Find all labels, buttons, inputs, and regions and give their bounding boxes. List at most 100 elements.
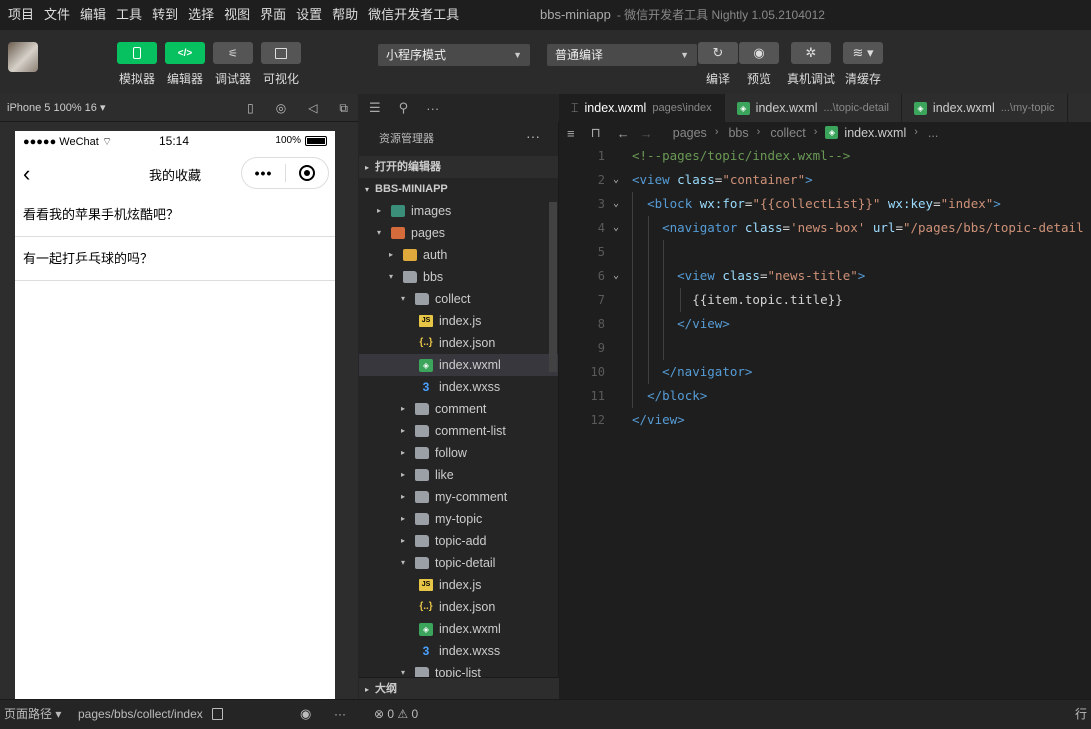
tree-folder[interactable]: ▸ like: [359, 464, 558, 486]
tree-folder[interactable]: ▸ my-comment: [359, 486, 558, 508]
menu-item[interactable]: 工具: [116, 0, 142, 30]
device-select[interactable]: iPhone 5 100% 16 ▾: [7, 94, 105, 122]
breadcrumb-item[interactable]: index.wxml: [844, 126, 906, 140]
remote-debug-button[interactable]: ✲: [791, 42, 831, 64]
line-number: 5: [597, 245, 605, 259]
tree-file[interactable]: {..} index.json: [359, 332, 558, 354]
menu-item[interactable]: 设置: [296, 0, 322, 30]
code-editor[interactable]: 1 <!--pages/topic/index.wxml--> 2 ⌄ <view cl…: [559, 144, 1091, 699]
code-text: </block>: [632, 384, 707, 408]
tree-file[interactable]: ◈ index.wxml: [359, 618, 558, 640]
bookmark-icon[interactable]: ⊓: [591, 125, 601, 141]
menu-item[interactable]: 微信开发者工具: [368, 0, 459, 30]
tree-file[interactable]: JS index.js: [359, 310, 558, 332]
line-number: 1: [597, 149, 605, 163]
problems-count[interactable]: ⊗ 0 ⚠ 0: [374, 700, 418, 728]
collect-item[interactable]: 有一起打乒乓球的吗？: [15, 237, 335, 281]
code-token: {{item.topic.title}}: [632, 292, 843, 307]
forward-icon[interactable]: →: [640, 126, 653, 141]
avatar[interactable]: [8, 42, 38, 72]
explorer-more-button[interactable]: ···: [526, 119, 540, 153]
search-icon[interactable]: ⚲: [399, 100, 409, 116]
breadcrumb-item[interactable]: bbs: [728, 126, 748, 140]
tree-folder[interactable]: ▸ comment-list: [359, 420, 558, 442]
more-icon[interactable]: •••: [242, 165, 285, 181]
compile-button[interactable]: ↻: [698, 42, 738, 64]
tree-file[interactable]: 3 index.wxss: [359, 640, 558, 662]
tree-folder[interactable]: ▸ follow: [359, 442, 558, 464]
list-icon[interactable]: ≡: [567, 126, 575, 141]
menu-item[interactable]: 视图: [224, 0, 250, 30]
more-icon[interactable]: ···: [334, 700, 346, 728]
explorer-scrollbar[interactable]: [549, 202, 557, 372]
tree-folder[interactable]: ▾ pages: [359, 222, 558, 244]
tree-folder[interactable]: ▸ auth: [359, 244, 558, 266]
project-label: BBS-MINIAPP: [375, 183, 448, 195]
tree-file[interactable]: {..} index.json: [359, 596, 558, 618]
tree-folder[interactable]: ▾ collect: [359, 288, 558, 310]
tree-file[interactable]: JS index.js: [359, 574, 558, 596]
breadcrumb-item[interactable]: ...: [928, 126, 938, 140]
menu-item[interactable]: 界面: [260, 0, 286, 30]
fold-chevron-icon[interactable]: ⌄: [613, 168, 619, 192]
folder-icon: [391, 205, 405, 217]
debugger-toggle-button[interactable]: ⚟: [213, 42, 253, 64]
fold-chevron-icon[interactable]: ⌄: [613, 264, 619, 288]
folder-icon: [403, 271, 417, 283]
menu-item[interactable]: 编辑: [80, 0, 106, 30]
eye-icon[interactable]: ◉: [300, 700, 311, 728]
phone-icon[interactable]: ▯: [247, 101, 254, 115]
code-token: <!--pages/topic/index.wxml-->: [632, 148, 851, 163]
mode-select[interactable]: 小程序模式 ▼: [378, 44, 530, 66]
code-token: <view: [677, 268, 723, 283]
more-icon[interactable]: ···: [426, 101, 439, 116]
project-section[interactable]: ▾ BBS-MINIAPP: [359, 178, 558, 200]
code-line: 12 </view>: [559, 408, 1091, 432]
record-icon[interactable]: ◎: [276, 101, 286, 115]
page-path-toggle[interactable]: 页面路径 ▾: [4, 700, 61, 728]
tree-folder[interactable]: ▾ topic-detail: [359, 552, 558, 574]
collect-item[interactable]: 看看我的苹果手机炫酷吧？: [15, 193, 335, 237]
tree-folder[interactable]: ▾ bbs: [359, 266, 558, 288]
tree-folder[interactable]: ▸ comment: [359, 398, 558, 420]
simulator-toggle-button[interactable]: [117, 42, 157, 64]
cursor-position[interactable]: 行: [1075, 700, 1087, 728]
tree-folder[interactable]: ▸ my-topic: [359, 508, 558, 530]
tree-item-label: index.json: [439, 600, 496, 614]
editor-toggle-button[interactable]: </>: [165, 42, 205, 64]
close-miniapp-button[interactable]: [286, 165, 328, 181]
fold-chevron-icon[interactable]: ⌄: [613, 216, 619, 240]
open-editors-section[interactable]: ▸ 打开的编辑器: [359, 156, 558, 178]
preview-button[interactable]: ◉: [739, 42, 779, 64]
tree-file[interactable]: ◈ index.wxml: [359, 354, 558, 376]
menu-item[interactable]: 转到: [152, 0, 178, 30]
outline-section[interactable]: ▸ 大纲: [359, 677, 559, 699]
menu-item[interactable]: 项目: [8, 0, 34, 30]
outline-label: 大纲: [375, 683, 398, 695]
tree-folder[interactable]: ▸ topic-add: [359, 530, 558, 552]
line-number: 12: [590, 413, 605, 427]
editor-tab[interactable]: ◈ index.wxml ...\topic-detail: [724, 94, 902, 122]
clear-cache-button[interactable]: ≋ ▾: [843, 42, 883, 64]
chevron-down-icon: ▾: [377, 228, 382, 237]
editor-tab[interactable]: ⌶ index.wxml pages\index: [559, 94, 725, 122]
menu-item[interactable]: 帮助: [332, 0, 358, 30]
tree-folder[interactable]: ▸ images: [359, 200, 558, 222]
popout-icon[interactable]: ⧉: [339, 101, 348, 116]
code-token: >: [805, 172, 813, 187]
compile-mode-select[interactable]: 普通编译 ▼: [547, 44, 697, 66]
visual-toggle-button[interactable]: [261, 42, 301, 64]
fold-chevron-icon[interactable]: ⌄: [613, 192, 619, 216]
breadcrumb-item[interactable]: pages: [673, 126, 707, 140]
files-icon[interactable]: ☰: [369, 100, 381, 116]
menu-item[interactable]: 文件: [44, 0, 70, 30]
project-name: bbs-miniapp: [540, 7, 611, 22]
back-icon[interactable]: ←: [617, 126, 630, 141]
sound-icon[interactable]: ◁: [308, 101, 317, 115]
menu-item[interactable]: 选择: [188, 0, 214, 30]
battery-percent: 100%: [275, 135, 301, 146]
copy-icon[interactable]: [212, 708, 223, 720]
editor-tab[interactable]: ◈ index.wxml ...\my-topic: [901, 94, 1068, 122]
breadcrumb-item[interactable]: collect: [770, 126, 805, 140]
tree-file[interactable]: 3 index.wxss: [359, 376, 558, 398]
